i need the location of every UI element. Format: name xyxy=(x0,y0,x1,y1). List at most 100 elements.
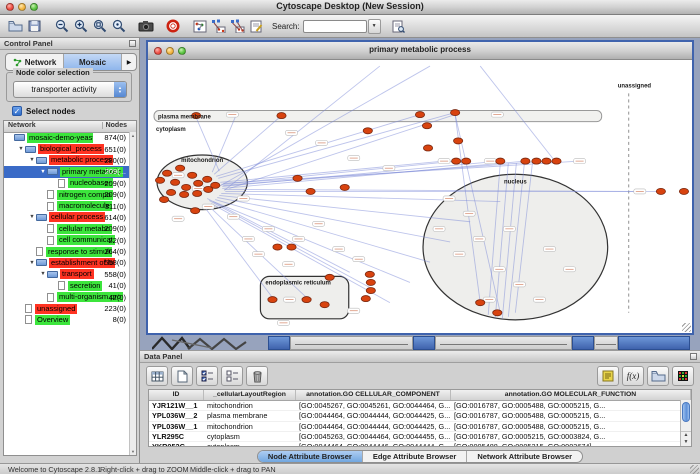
graph-node xyxy=(273,244,282,250)
more-tabs-icon[interactable]: ▶ xyxy=(122,54,136,70)
tree-item-secretion[interactable]: secretion41(0) xyxy=(4,280,129,291)
window-resize-grip[interactable] xyxy=(690,465,699,474)
tree-item-unassigned[interactable]: unassigned223(0) xyxy=(4,303,129,314)
node-color-dropdown[interactable]: transporter activity ▲▼ xyxy=(13,81,127,98)
tab-network-attribute-browser[interactable]: Network Attribute Browser xyxy=(467,451,582,462)
background-window-strip[interactable] xyxy=(290,336,413,350)
network-window-titlebar[interactable]: primary metabolic process xyxy=(148,42,692,60)
float-panel-icon[interactable] xyxy=(690,353,697,360)
tab-node-attribute-browser[interactable]: Node Attribute Browser xyxy=(258,451,363,462)
tree-item-mosaic-demo-yeast[interactable]: mosaic-demo-yeast874(0) xyxy=(4,132,129,143)
network-window-title: primary metabolic process xyxy=(148,45,692,54)
graph-node xyxy=(176,165,185,171)
tree-item-response-to-stimulu[interactable]: response to stimulu264(0) xyxy=(4,246,129,257)
table-row[interactable]: YPL036W__2plasma membrane[GO:0044464, GO… xyxy=(149,411,691,421)
new-network-from-selection-icon[interactable] xyxy=(209,17,228,35)
zoom-fit-icon[interactable] xyxy=(109,17,128,35)
table-row[interactable]: YKR052Ccytoplasm[GO:0044464, GO:0044446,… xyxy=(149,442,691,447)
network-tree: mosaic-demo-yeast874(0)▼biological_proce… xyxy=(4,132,129,455)
new-network-from-edges-icon[interactable] xyxy=(228,17,247,35)
attribute-browser-tabs: Node Attribute Browser Edge Attribute Br… xyxy=(140,450,700,463)
select-nodes-label: Select nodes xyxy=(26,107,75,116)
graph-node xyxy=(194,180,203,186)
tree-item-cellular-metabo[interactable]: cellular metabo209(0) xyxy=(4,223,129,234)
network-overview-icon[interactable] xyxy=(190,17,209,35)
search-input[interactable] xyxy=(303,20,367,33)
graph-node xyxy=(180,191,189,197)
tree-item-cell-communicat[interactable]: cell communicat22(0) xyxy=(4,235,129,246)
graph-node xyxy=(366,287,375,293)
tab-edge-attribute-browser[interactable]: Edge Attribute Browser xyxy=(363,451,467,462)
table-row[interactable]: YPL036W__1mitochondrion[GO:0044464, GO:0… xyxy=(149,422,691,432)
new-attribute-icon[interactable] xyxy=(171,366,193,386)
tree-item-cellular-process[interactable]: ▼cellular process614(0) xyxy=(4,212,129,223)
import-attributes-icon[interactable] xyxy=(647,366,669,386)
control-panel-title: Control Panel xyxy=(4,39,53,48)
tree-item-establishment-of-lo[interactable]: ▼establishment of lo558(0) xyxy=(4,257,129,268)
attribute-table-header[interactable]: ID_cellularLayoutRegionannotation.GO CEL… xyxy=(149,390,691,401)
view-resize-grip[interactable] xyxy=(682,323,691,332)
zoom-out-icon[interactable] xyxy=(52,17,71,35)
attribute-matrix-icon[interactable] xyxy=(672,366,694,386)
network-tab-icon xyxy=(13,58,22,67)
tree-item-multi-organism-pro[interactable]: multi-organism pro42(0) xyxy=(4,291,129,302)
background-window-strip[interactable] xyxy=(594,336,618,350)
zoom-selected-icon[interactable] xyxy=(90,17,109,35)
table-scrollbar[interactable]: ▲▼ xyxy=(680,400,691,446)
tree-item-metabolic-process[interactable]: ▼metabolic process280(0) xyxy=(4,155,129,166)
graph-node xyxy=(188,172,197,178)
tree-item-nitrogen-compo[interactable]: nitrogen compo209(0) xyxy=(4,189,129,200)
scroll-up-icon[interactable]: ▲ xyxy=(131,133,135,138)
select-attributes-icon[interactable] xyxy=(196,366,218,386)
tree-scrollbar[interactable]: ▲ ▼ xyxy=(129,132,136,455)
status-bar: Welcome to Cytoscape 2.8.1 Right-click +… xyxy=(0,463,700,474)
tree-item-nucleobase-[interactable]: nucleobase-209(0) xyxy=(4,178,129,189)
help-lifering-icon[interactable] xyxy=(163,17,182,35)
zoom-in-icon[interactable] xyxy=(71,17,90,35)
group-label: Node color selection xyxy=(13,68,93,77)
column-header[interactable]: annotation.GO MOLECULAR_FUNCTION xyxy=(451,390,691,400)
tree-item-transport[interactable]: ▼transport558(0) xyxy=(4,269,129,280)
graph-node xyxy=(679,188,688,194)
float-panel-icon[interactable] xyxy=(129,40,136,47)
unselect-attributes-icon[interactable] xyxy=(221,366,243,386)
search-options-icon[interactable] xyxy=(389,17,408,35)
status-message: Welcome to Cytoscape 2.8.1 xyxy=(8,465,101,474)
search-dropdown-icon[interactable]: ▼ xyxy=(368,19,381,34)
column-header[interactable]: _cellularLayoutRegion xyxy=(204,390,296,400)
delete-attribute-icon[interactable] xyxy=(246,366,268,386)
select-nodes-checkbox[interactable]: ✓ xyxy=(12,106,22,116)
scroll-down-icon[interactable]: ▼ xyxy=(131,449,135,454)
open-folder-icon[interactable] xyxy=(6,17,25,35)
scrollbar-arrows[interactable]: ▲▼ xyxy=(681,431,691,446)
background-windows xyxy=(150,336,695,350)
tree-item-macromolecule[interactable]: macromolecule311(0) xyxy=(4,200,129,211)
function-builder-icon[interactable]: f(x) xyxy=(622,366,644,386)
tree-item-overview[interactable]: Overview8(0) xyxy=(4,314,129,325)
network-canvas-area[interactable]: plasma membranecytoplasmmitochondrionnuc… xyxy=(148,60,692,333)
background-window-edge[interactable] xyxy=(413,336,435,350)
save-icon[interactable] xyxy=(25,17,44,35)
graph-node xyxy=(452,158,461,164)
table-row[interactable]: YJR121W__1mitochondrion[GO:0045267, GO:0… xyxy=(149,401,691,411)
column-format-icon[interactable] xyxy=(146,366,168,386)
tree-item-primary-metabolic[interactable]: ▼primary metabolic209(... xyxy=(4,166,129,177)
background-window-edge[interactable] xyxy=(572,336,594,350)
column-header[interactable]: annotation.GO CELLULAR_COMPONENT xyxy=(296,390,451,400)
scrollbar-thumb[interactable] xyxy=(682,402,690,422)
attribute-editor-icon[interactable] xyxy=(597,366,619,386)
snapshot-camera-icon[interactable] xyxy=(136,17,155,35)
background-window-strip[interactable] xyxy=(435,336,572,350)
column-header[interactable]: ID xyxy=(149,390,204,400)
window-title: Cytoscape Desktop (New Session) xyxy=(0,1,700,11)
background-window-edge[interactable] xyxy=(268,336,290,350)
graph-node xyxy=(203,176,212,182)
network-graph[interactable]: plasma membranecytoplasmmitochondrionnuc… xyxy=(148,60,692,333)
network-tree-panel: Network Nodes mosaic-demo-yeast874(0)▼bi… xyxy=(3,120,137,456)
network-desktop: primary metabolic process plasma membran… xyxy=(140,38,700,350)
background-window-titlebar[interactable] xyxy=(618,336,690,350)
annotation-icon[interactable] xyxy=(247,17,266,35)
table-row[interactable]: YLR295Ccytoplasm[GO:0045263, GO:0044464,… xyxy=(149,432,691,442)
tree-item-biological-process[interactable]: ▼biological_process651(0) xyxy=(4,143,129,154)
folder-icon xyxy=(36,214,47,221)
